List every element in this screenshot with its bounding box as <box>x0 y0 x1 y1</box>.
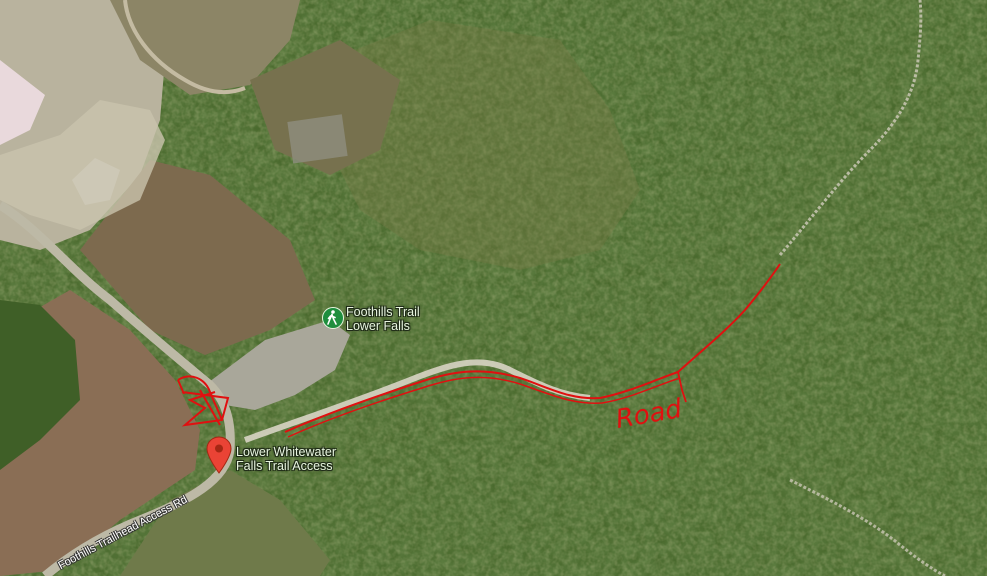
place-name-line1: Lower Whitewater <box>236 445 337 459</box>
place-name-line2: Lower Falls <box>346 319 410 333</box>
hiker-glyph <box>327 310 337 325</box>
place-name-line2: Falls Trail Access <box>236 459 333 473</box>
place-label-foothills-trail[interactable]: Foothills Trail Lower Falls <box>346 305 420 333</box>
tennis-court <box>287 114 348 164</box>
satellite-map[interactable]: Road <box>0 0 987 576</box>
place-name-line1: Foothills Trail <box>346 305 420 319</box>
hiking-icon[interactable] <box>322 307 344 329</box>
place-label-lower-whitewater[interactable]: Lower Whitewater Falls Trail Access <box>236 445 336 473</box>
